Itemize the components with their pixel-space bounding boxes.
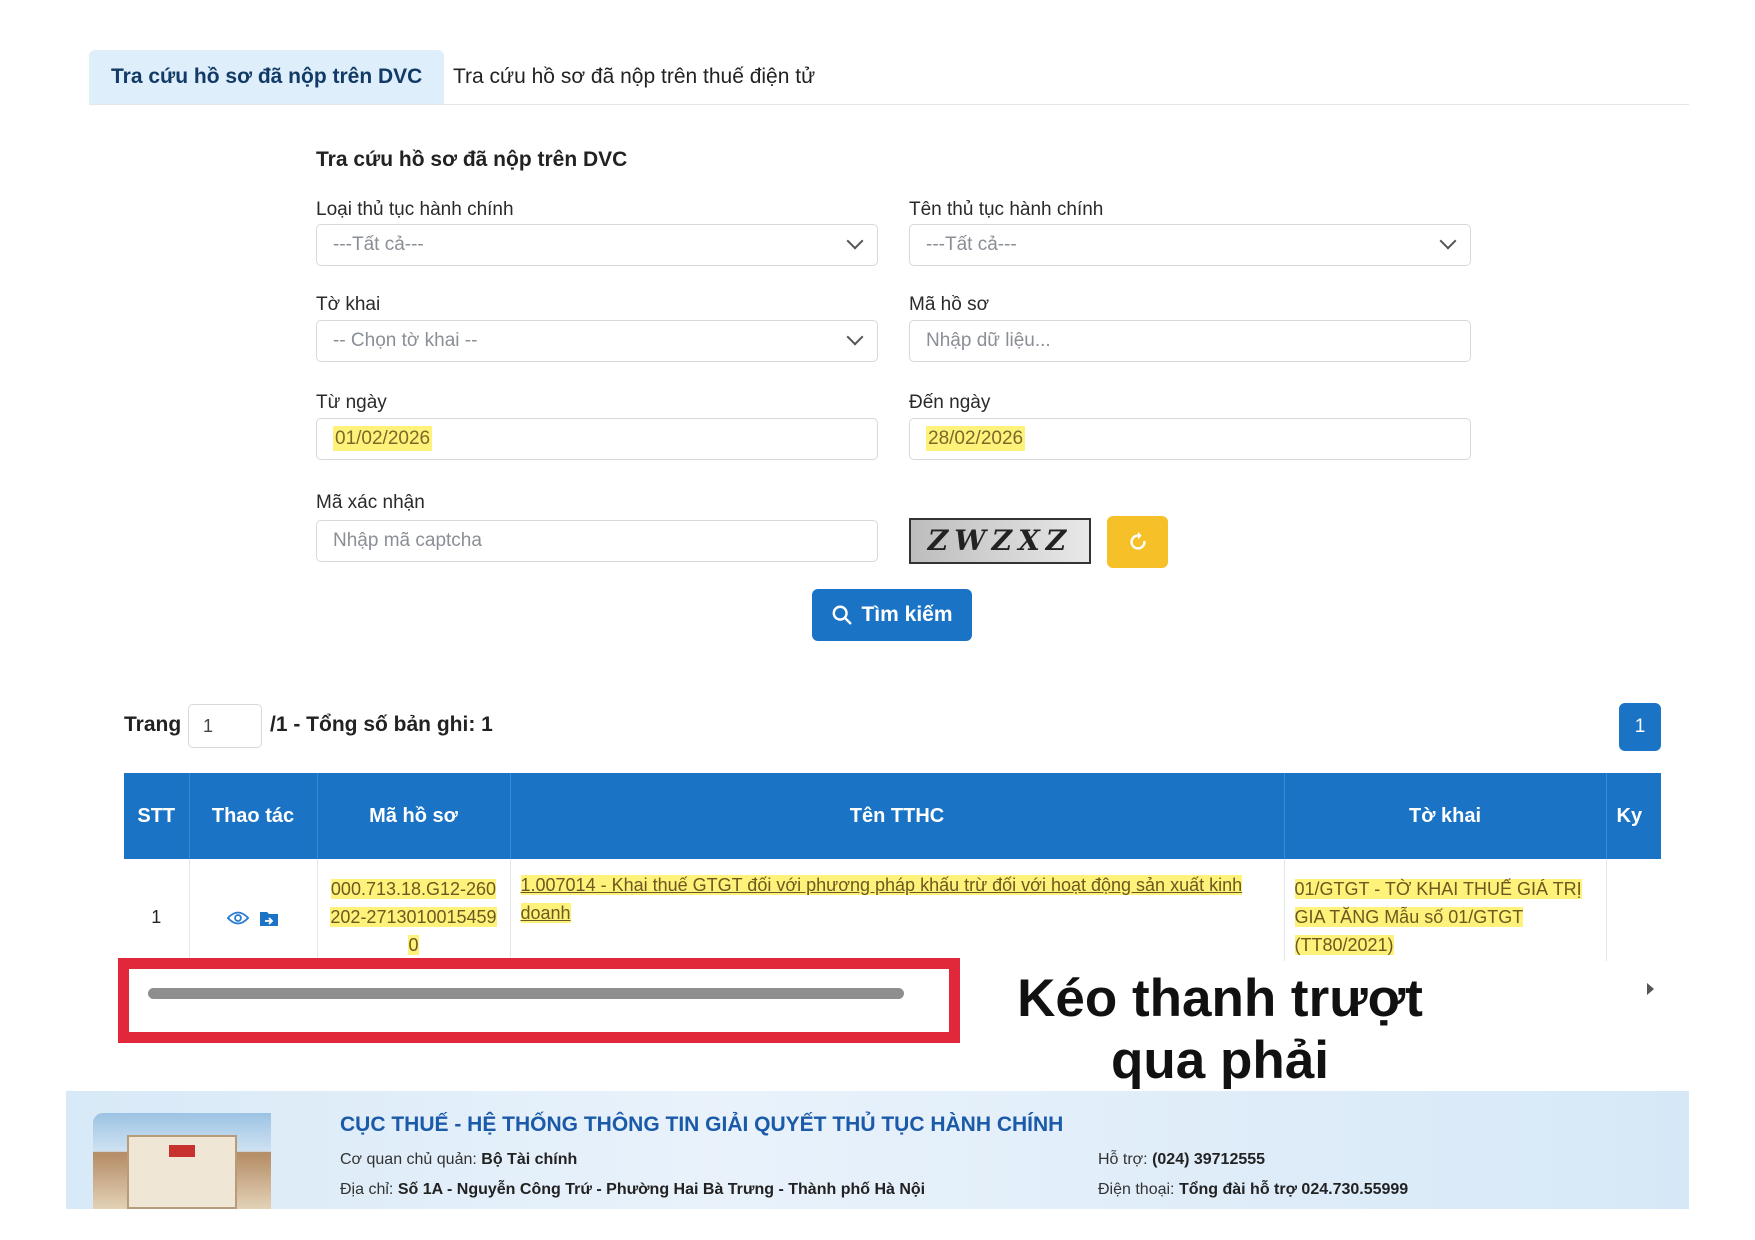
captcha-label: Mã xác nhận <box>316 492 425 513</box>
cell-to-khai: 01/GTGT - TỜ KHAI THUẾ GIÁ TRỊ GIA TĂNG … <box>1284 859 1607 961</box>
footer-owner: Cơ quan chủ quản: Bộ Tài chính <box>340 1151 577 1169</box>
pager-total: /1 - Tổng số bản ghi: 1 <box>270 713 493 736</box>
captcha-input[interactable]: Nhập mã captcha <box>316 520 878 562</box>
tab-bar: Tra cứu hồ sơ đã nộp trên DVC Tra cứu hồ… <box>89 50 1689 105</box>
annotation-highlight-box <box>118 958 960 1043</box>
scrollbar-thumb[interactable] <box>148 988 904 999</box>
address-label: Địa chỉ: <box>340 1181 394 1198</box>
page-1-button[interactable]: 1 <box>1619 703 1661 751</box>
horizontal-scrollbar[interactable] <box>118 958 960 1043</box>
support-label: Hỗ trợ: <box>1098 1151 1148 1168</box>
eye-icon[interactable] <box>227 910 250 926</box>
chevron-down-icon <box>1439 232 1457 250</box>
header-ky: Ky <box>1606 773 1661 859</box>
header-stt: STT <box>124 773 190 859</box>
loai-thu-tuc-value: ---Tất cả--- <box>333 234 424 255</box>
annotation-line-1: Kéo thanh trượt <box>1017 969 1423 1028</box>
search-button[interactable]: Tìm kiếm <box>812 589 972 641</box>
folder-icon[interactable] <box>259 909 279 927</box>
phone-value: Tổng đài hỗ trợ 024.730.55999 <box>1178 1181 1409 1198</box>
cell-ky <box>1606 859 1661 961</box>
ma-ho-so-label: Mã hồ sơ <box>909 294 990 315</box>
building-image <box>93 1113 271 1209</box>
footer-phone: Điện thoại: Tổng đài hỗ trợ 024.730.5599… <box>1098 1181 1408 1199</box>
tab-dvc[interactable]: Tra cứu hồ sơ đã nộp trên DVC <box>89 50 445 104</box>
annotation-text: Kéo thanh trượt qua phải <box>1010 968 1430 1092</box>
search-icon <box>833 605 852 625</box>
table-row: 1 000.713.18.G12-260202-27130100154590 1… <box>124 859 1661 961</box>
chevron-down-icon <box>846 232 864 250</box>
ma-ho-so-input[interactable]: Nhập dữ liệu... <box>909 320 1471 362</box>
ten-tthc-link[interactable]: 1.007014 - Khai thuế GTGT đối với phương… <box>520 875 1243 923</box>
search-button-label: Tìm kiếm <box>861 603 953 626</box>
annotation-line-2: qua phải <box>1111 1031 1329 1090</box>
refresh-icon <box>1129 531 1146 550</box>
tu-ngay-value: 01/02/2026 <box>333 426 433 451</box>
footer: CỤC THUẾ - HỆ THỐNG THÔNG TIN GIẢI QUYẾT… <box>66 1091 1689 1209</box>
tu-ngay-label: Từ ngày <box>316 392 387 413</box>
captcha-image: ZWZXZ <box>909 518 1091 564</box>
captcha-placeholder: Nhập mã captcha <box>333 530 482 551</box>
building-icon <box>127 1135 237 1209</box>
scroll-right-icon[interactable] <box>1647 983 1654 995</box>
refresh-captcha-button[interactable] <box>1107 516 1168 568</box>
to-khai-value: -- Chọn tờ khai -- <box>333 330 478 351</box>
den-ngay-label: Đến ngày <box>909 392 991 413</box>
ma-ho-so-value: 000.713.18.G12-260202-27130100154590 <box>330 879 497 955</box>
footer-title: CỤC THUẾ - HỆ THỐNG THÔNG TIN GIẢI QUYẾT… <box>340 1113 1064 1136</box>
address-value: Số 1A - Nguyễn Công Trứ - Phường Hai Bà … <box>397 1181 926 1198</box>
den-ngay-value: 28/02/2026 <box>926 426 1026 451</box>
footer-support: Hỗ trợ: (024) 39712555 <box>1098 1151 1265 1169</box>
phone-label: Điện thoại: <box>1098 1181 1175 1198</box>
ten-thu-tuc-value: ---Tất cả--- <box>926 234 1017 255</box>
loai-thu-tuc-select[interactable]: ---Tất cả--- <box>316 224 878 266</box>
page-number-input[interactable]: 1 <box>188 704 262 748</box>
header-to-khai: Tờ khai <box>1284 773 1607 859</box>
to-khai-select[interactable]: -- Chọn tờ khai -- <box>316 320 878 362</box>
to-khai-label: Tờ khai <box>316 294 381 315</box>
ten-thu-tuc-select[interactable]: ---Tất cả--- <box>909 224 1471 266</box>
header-ma-ho-so: Mã hồ sơ <box>317 773 511 859</box>
support-value: (024) 39712555 <box>1152 1151 1266 1168</box>
cell-ten-tthc: 1.007014 - Khai thuế GTGT đối với phương… <box>510 859 1285 961</box>
cell-ma-ho-so: 000.713.18.G12-260202-27130100154590 <box>317 859 511 961</box>
tab-thue-dien-tu[interactable]: Tra cứu hồ sơ đã nộp trên thuế điện tử <box>431 50 837 104</box>
ten-thu-tuc-label: Tên thủ tục hành chính <box>909 199 1104 220</box>
chevron-down-icon <box>846 328 864 346</box>
header-ten-tthc: Tên TTHC <box>510 773 1285 859</box>
footer-address: Địa chỉ: Số 1A - Nguyễn Công Trứ - Phườn… <box>340 1181 925 1199</box>
pager-label: Trang <box>124 713 182 736</box>
cell-actions <box>189 859 318 961</box>
cell-stt: 1 <box>124 859 190 961</box>
header-thao-tac: Thao tác <box>189 773 318 859</box>
to-khai-value: 01/GTGT - TỜ KHAI THUẾ GIÁ TRỊ GIA TĂNG … <box>1294 879 1582 955</box>
tu-ngay-input[interactable]: 01/02/2026 <box>316 418 878 460</box>
loai-thu-tuc-label: Loại thủ tục hành chính <box>316 199 514 220</box>
den-ngay-input[interactable]: 28/02/2026 <box>909 418 1471 460</box>
form-title: Tra cứu hồ sơ đã nộp trên DVC <box>316 148 628 171</box>
owner-value: Bộ Tài chính <box>481 1151 578 1168</box>
ma-ho-so-placeholder: Nhập dữ liệu... <box>926 330 1051 351</box>
owner-label: Cơ quan chủ quản: <box>340 1151 477 1168</box>
results-table: STT Thao tác Mã hồ sơ Tên TTHC Tờ khai K… <box>124 773 1661 961</box>
